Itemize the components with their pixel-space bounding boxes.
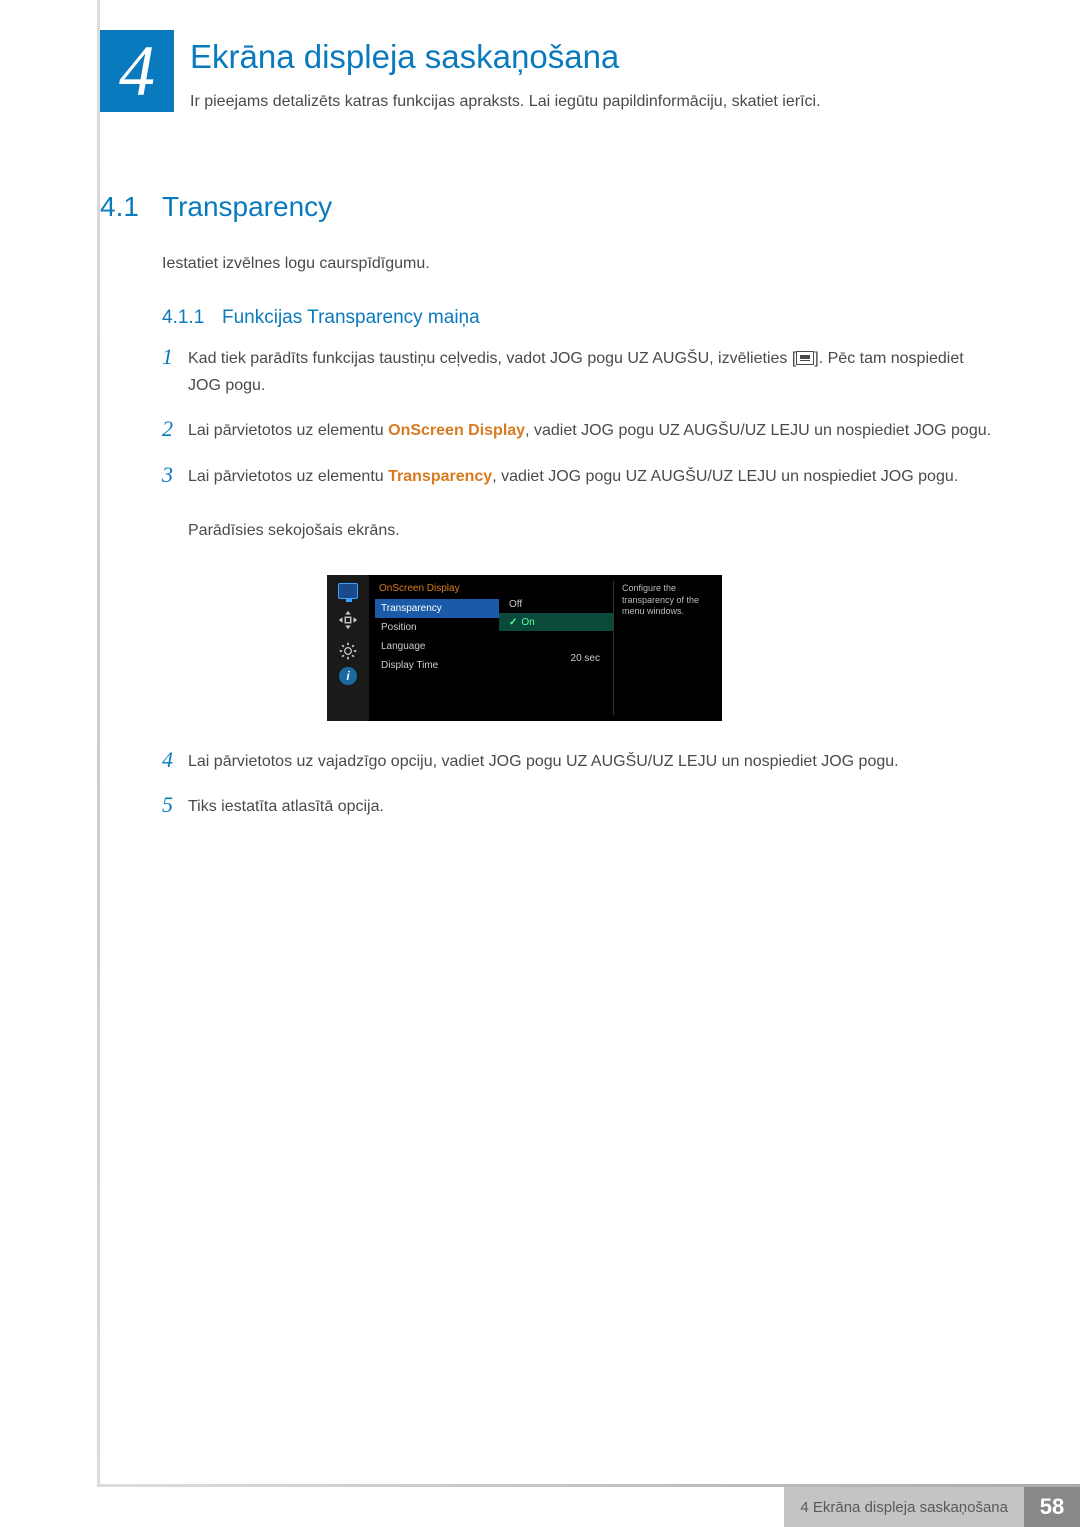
step-number: 5	[162, 793, 188, 817]
osd-value-time: 20 sec	[499, 649, 614, 667]
step-text: Lai pārvietotos uz vajadzīgo opciju, vad…	[188, 748, 899, 775]
monitor-icon	[338, 583, 358, 599]
osd-divider	[613, 581, 614, 715]
step-number: 2	[162, 417, 188, 441]
osd-sidebar: i	[327, 575, 369, 721]
step-text-part: , vadiet JOG pogu UZ AUGŠU/UZ LEJU un no…	[525, 422, 991, 439]
step-text-part: Parādīsies sekojošais ekrāns.	[188, 522, 400, 539]
step-list: 1 Kad tiek parādīts funkcijas taustiņu c…	[162, 345, 992, 562]
step-highlight: Transparency	[388, 468, 492, 485]
step-2: 2 Lai pārvietotos uz elementu OnScreen D…	[162, 417, 992, 444]
footer-page-number: 58	[1024, 1487, 1080, 1527]
step-number: 3	[162, 463, 188, 487]
step-4: 4 Lai pārvietotos uz vajadzīgo opciju, v…	[162, 748, 992, 775]
step-highlight: OnScreen Display	[388, 422, 525, 439]
chapter-title: Ekrāna displeja saskaņošana	[190, 38, 619, 76]
osd-menu-item-display-time: Display Time	[375, 656, 499, 675]
osd-menu-title: OnScreen Display	[375, 581, 499, 599]
subsection-title: Funkcijas Transparency maiņa	[222, 307, 480, 329]
step-5: 5 Tiks iestatīta atlasītā opcija.	[162, 793, 992, 820]
info-icon: i	[339, 667, 357, 685]
step-text: Lai pārvietotos uz elementu OnScreen Dis…	[188, 417, 991, 444]
osd-menu-item-language: Language	[375, 637, 499, 656]
arrows-icon	[337, 609, 359, 631]
chapter-number-badge: 4	[100, 30, 174, 112]
section-number: 4.1	[100, 191, 139, 223]
osd-values: Off On 20 sec	[499, 575, 614, 721]
step-text: Kad tiek parādīts funkcijas taustiņu ceļ…	[188, 345, 992, 399]
chapter-subtitle: Ir pieejams detalizēts katras funkcijas …	[190, 93, 821, 111]
osd-menu-item-position: Position	[375, 618, 499, 637]
osd-help-text: Configure the transparency of the menu w…	[614, 575, 722, 721]
osd-menu-list: OnScreen Display Transparency Position L…	[369, 575, 499, 721]
footer-chapter-title: 4 Ekrāna displeja saskaņošana	[784, 1487, 1024, 1527]
subsection-number: 4.1.1	[162, 307, 204, 329]
step-number: 4	[162, 748, 188, 772]
gear-icon	[338, 641, 358, 657]
step-3: 3 Lai pārvietotos uz elementu Transparen…	[162, 463, 992, 545]
osd-screenshot: i OnScreen Display Transparency Position…	[327, 575, 722, 721]
section-title: Transparency	[162, 191, 332, 223]
step-text-part: Kad tiek parādīts funkcijas taustiņu ceļ…	[188, 350, 796, 367]
section-intro-text: Iestatiet izvēlnes logu caurspīdīgumu.	[162, 255, 430, 273]
step-text-part: Lai pārvietotos uz elementu	[188, 422, 388, 439]
osd-main: OnScreen Display Transparency Position L…	[369, 575, 722, 721]
page-left-accent	[97, 0, 100, 1527]
osd-value-on: On	[499, 613, 614, 631]
step-text-part: Lai pārvietotos uz elementu	[188, 468, 388, 485]
step-text: Tiks iestatīta atlasītā opcija.	[188, 793, 384, 820]
step-text: Lai pārvietotos uz elementu Transparency…	[188, 463, 958, 545]
step-number: 1	[162, 345, 188, 369]
step-list-continued: 4 Lai pārvietotos uz vajadzīgo opciju, v…	[162, 748, 992, 838]
step-1: 1 Kad tiek parādīts funkcijas taustiņu c…	[162, 345, 992, 399]
menu-icon	[796, 351, 814, 365]
page-footer: 4 Ekrāna displeja saskaņošana 58	[0, 1487, 1080, 1527]
step-text-part: , vadiet JOG pogu UZ AUGŠU/UZ LEJU un no…	[492, 468, 958, 485]
osd-menu-item-transparency: Transparency	[375, 599, 499, 618]
osd-value-off: Off	[499, 595, 614, 613]
